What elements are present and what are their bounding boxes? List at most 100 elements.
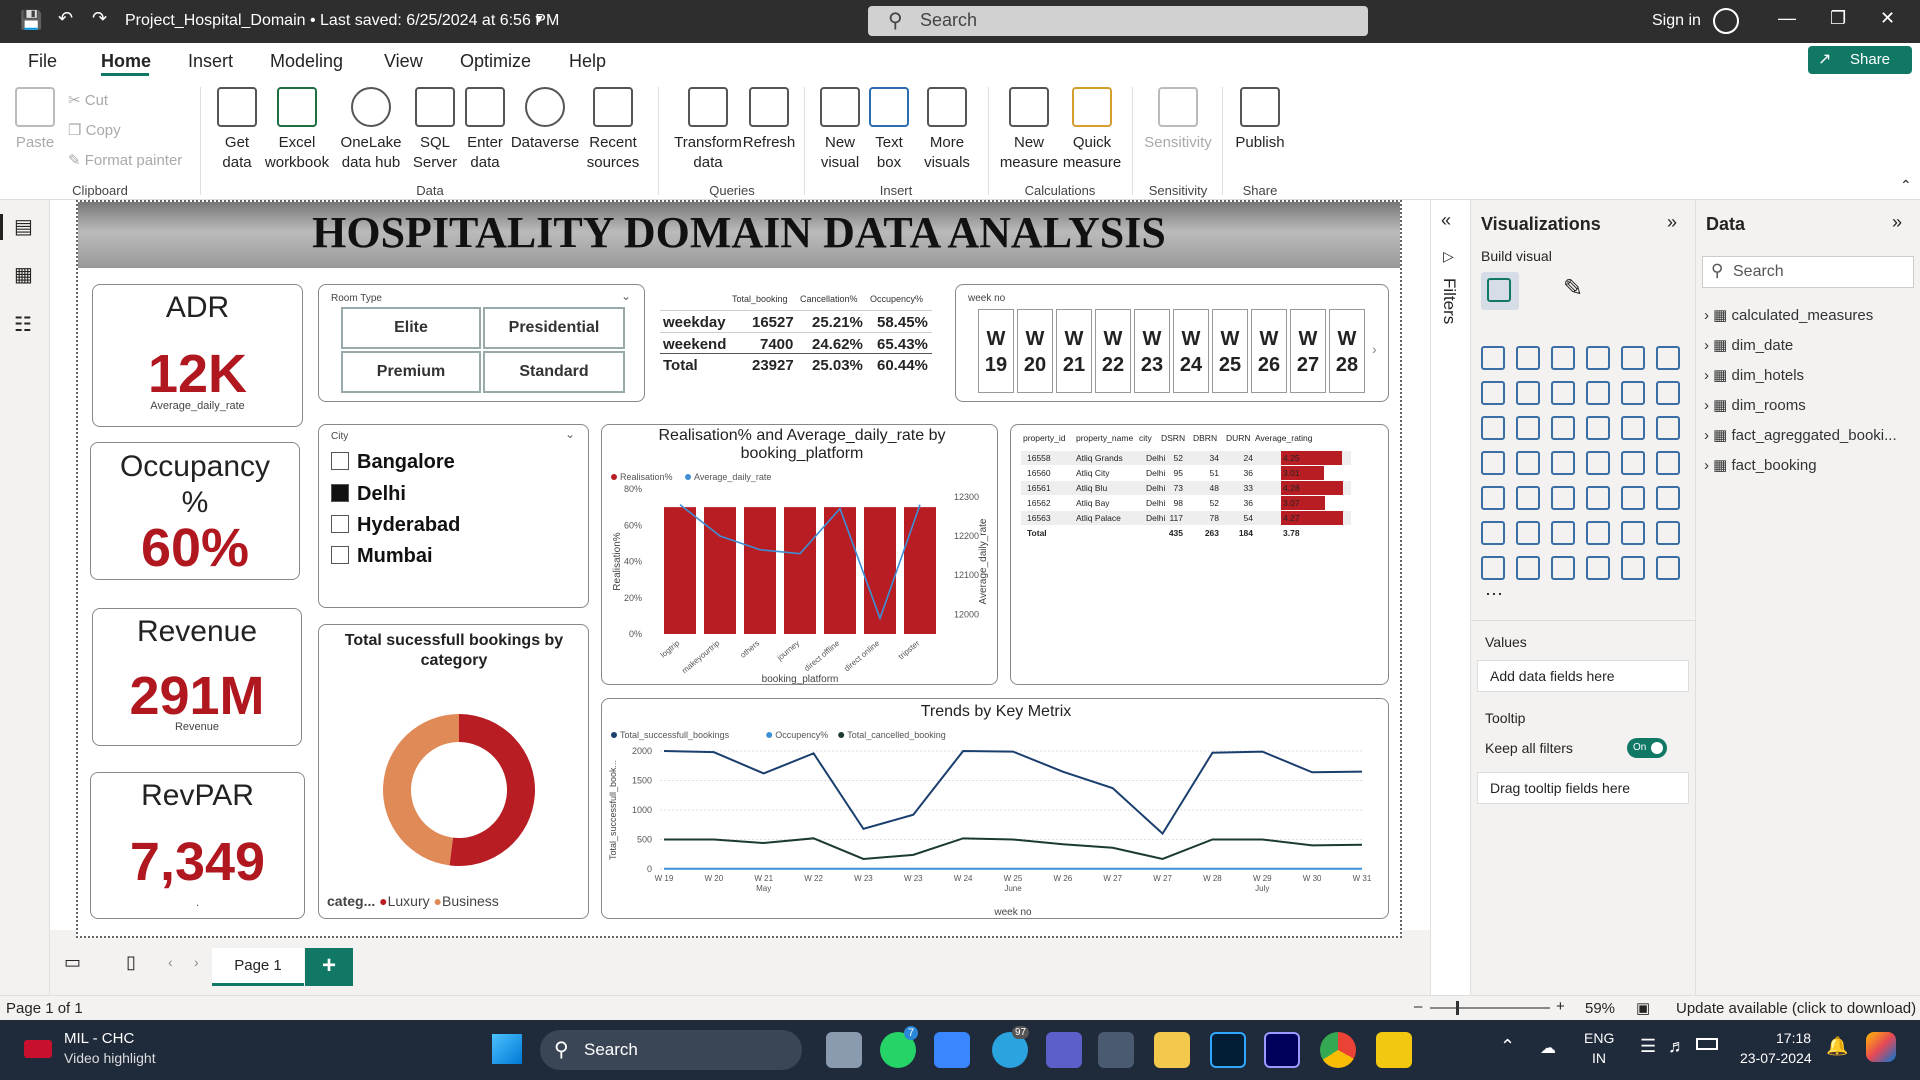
kpi-icon[interactable]: [1516, 486, 1540, 510]
restore-icon[interactable]: ❐: [1830, 8, 1846, 29]
minimize-icon[interactable]: —: [1778, 8, 1796, 29]
powerapps-icon[interactable]: [1551, 556, 1575, 580]
donut-chart[interactable]: [369, 700, 549, 880]
room-type-option[interactable]: Presidential: [483, 307, 625, 349]
room-type-option[interactable]: Premium: [341, 351, 481, 393]
format-visual-icon[interactable]: ✎: [1563, 274, 1583, 303]
azure-map-icon[interactable]: [1586, 451, 1610, 475]
report-view-icon[interactable]: ▤: [14, 214, 33, 239]
search-box[interactable]: ⚲ Search: [868, 6, 1368, 36]
ribbon-icon[interactable]: [1656, 381, 1680, 405]
scatter-icon[interactable]: [1551, 416, 1575, 440]
week-button[interactable]: W 21: [1056, 309, 1092, 393]
chrome-icon[interactable]: [1320, 1032, 1356, 1068]
decomposition-tree-icon[interactable]: [1551, 521, 1575, 545]
field-table-item[interactable]: › ▦ calculated_measures: [1704, 306, 1873, 324]
menu-insert[interactable]: Insert: [188, 51, 233, 72]
taskbar-search[interactable]: ⚲ Search: [540, 1030, 802, 1070]
mlb-logo-icon[interactable]: [24, 1040, 52, 1058]
chevron-right-icon[interactable]: ›: [1704, 367, 1713, 384]
close-icon[interactable]: ✕: [1880, 8, 1895, 29]
week-button[interactable]: W 23: [1134, 309, 1170, 393]
filters-pane-collapsed[interactable]: « ▷ Filters: [1430, 200, 1470, 995]
excel-button[interactable]: Excel workbook: [262, 87, 332, 173]
week-button[interactable]: W 28: [1329, 309, 1365, 393]
build-visual-tab[interactable]: [1481, 272, 1519, 310]
stacked-bar-icon[interactable]: [1481, 346, 1505, 370]
quick-measure-button[interactable]: Quick measure: [1060, 87, 1124, 173]
city-option[interactable]: Delhi: [331, 483, 406, 506]
new-visual-button[interactable]: New visual: [812, 87, 868, 173]
refresh-button[interactable]: Refresh: [740, 87, 798, 153]
cloud-icon[interactable]: ☁: [1540, 1038, 1556, 1058]
menu-home[interactable]: Home: [101, 51, 151, 72]
windows-start-icon[interactable]: [492, 1034, 522, 1064]
save-icon[interactable]: 💾: [20, 10, 42, 31]
bookings-by-category-chart[interactable]: Total sucessfull bookings by category ca…: [318, 624, 589, 919]
more-icon[interactable]: ⋯: [1485, 584, 1503, 605]
clustered-column-icon[interactable]: [1586, 346, 1610, 370]
city-option[interactable]: Hyderabad: [331, 514, 460, 537]
file-title[interactable]: Project_Hospital_Domain • Last saved: 6/…: [125, 12, 559, 30]
battery-icon[interactable]: [1696, 1038, 1718, 1050]
collapse-ribbon-icon[interactable]: ⌃: [1900, 177, 1912, 194]
teams-icon[interactable]: [1046, 1032, 1082, 1068]
menu-optimize[interactable]: Optimize: [460, 51, 531, 72]
text-box-button[interactable]: Text box: [866, 87, 912, 173]
room-type-option[interactable]: Standard: [483, 351, 625, 393]
recent-sources-button[interactable]: Recent sources: [580, 87, 646, 173]
waterfall-icon[interactable]: [1481, 416, 1505, 440]
100-bar-icon[interactable]: [1621, 346, 1645, 370]
menu-help[interactable]: Help: [569, 51, 606, 72]
stacked-column-icon[interactable]: [1516, 346, 1540, 370]
week-button[interactable]: W 25: [1212, 309, 1248, 393]
smart-narrative-icon[interactable]: [1621, 521, 1645, 545]
power-bi-icon[interactable]: [1376, 1032, 1412, 1068]
desktop-view-icon[interactable]: ▭: [64, 952, 81, 973]
chevron-right-icon[interactable]: ›: [1704, 457, 1713, 474]
mobile-view-icon[interactable]: ▯: [126, 952, 136, 973]
volume-icon[interactable]: ♬: [1668, 1036, 1686, 1057]
premiere-icon[interactable]: [1264, 1032, 1300, 1068]
python-icon[interactable]: [1481, 521, 1505, 545]
publish-button[interactable]: Publish: [1230, 87, 1290, 153]
kpi-card-revenue[interactable]: Revenue 291M Revenue: [92, 608, 302, 746]
checkbox[interactable]: [331, 546, 349, 564]
table-icon[interactable]: [1586, 486, 1610, 510]
model-view-icon[interactable]: ☷: [14, 312, 32, 337]
checkbox[interactable]: [331, 452, 349, 470]
week-button[interactable]: W 24: [1173, 309, 1209, 393]
week-button[interactable]: W 27: [1290, 309, 1326, 393]
dataverse-button[interactable]: Dataverse: [510, 87, 580, 153]
cut-button[interactable]: ✂ Cut: [68, 91, 108, 109]
sign-in-link[interactable]: Sign in: [1652, 12, 1701, 30]
file-explorer-icon[interactable]: [1154, 1032, 1190, 1068]
property-table[interactable]: property_id property_name city DSRN DBRN DURN…: [1010, 424, 1389, 685]
copy-button[interactable]: ❐ Copy: [68, 121, 121, 139]
clock-time[interactable]: 17:18: [1776, 1030, 1811, 1046]
chevron-right-icon[interactable]: ›: [1704, 337, 1713, 354]
photoshop-icon[interactable]: [1210, 1032, 1246, 1068]
card-icon[interactable]: [1656, 451, 1680, 475]
week-slicer[interactable]: week no › W 19 W 20 W 21 W 22 W 23 W 24 W 25 W …: [955, 284, 1389, 402]
week-button[interactable]: W 26: [1251, 309, 1287, 393]
kpi-card-occupancy[interactable]: Occupancy % 60%: [90, 442, 300, 580]
task-view-icon[interactable]: [826, 1032, 862, 1068]
line-icon[interactable]: [1481, 381, 1505, 405]
daytype-table[interactable]: Total_booking Cancellation% Occupency% w…: [660, 288, 932, 380]
more-visuals-button[interactable]: More visuals: [914, 87, 980, 173]
diamond-icon[interactable]: [1621, 556, 1645, 580]
key-influencers-icon[interactable]: [1516, 521, 1540, 545]
menu-file[interactable]: File: [28, 51, 57, 72]
area-icon[interactable]: [1516, 381, 1540, 405]
week-button[interactable]: W 20: [1017, 309, 1053, 393]
collapse-icon[interactable]: »: [1667, 212, 1677, 233]
chevron-icon[interactable]: [1656, 556, 1680, 580]
zoom-in-icon[interactable]: +: [1556, 998, 1565, 1015]
page-tab-1[interactable]: Page 1: [212, 948, 304, 986]
100-column-icon[interactable]: [1656, 346, 1680, 370]
checkbox[interactable]: [331, 515, 349, 533]
menu-view[interactable]: View: [384, 51, 423, 72]
undo-icon[interactable]: ↶: [58, 8, 73, 29]
zoom-handle[interactable]: [1456, 1001, 1459, 1015]
